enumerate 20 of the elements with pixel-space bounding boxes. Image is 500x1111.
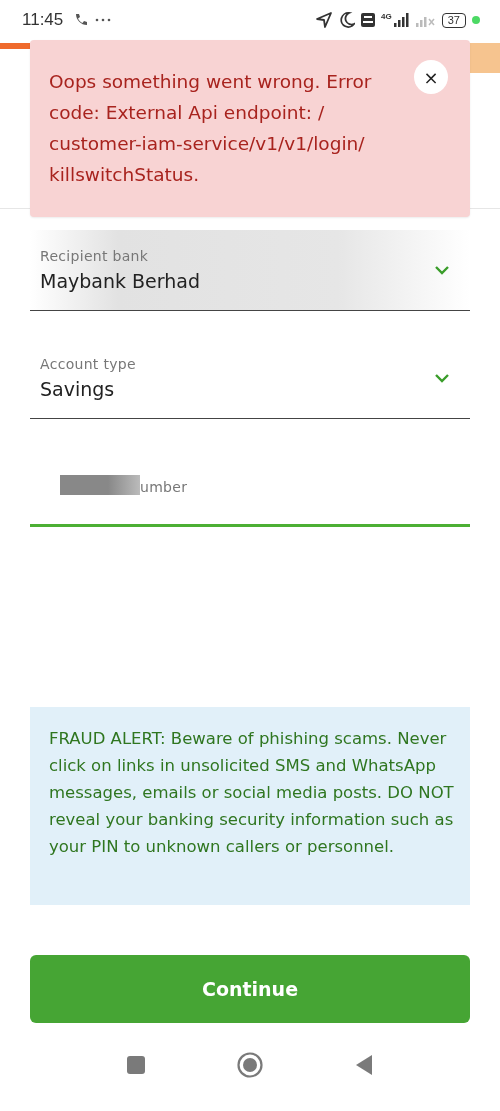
fraud-alert: FRAUD ALERT: Beware of phishing scams. Never click on links in unsolicited SMS and WhatsApp messages, emails or social media posts. DO NOT reveal your banking security information such as your PIN to unknown callers or personnel. — [30, 707, 470, 905]
close-button[interactable]: × — [414, 60, 448, 94]
network-type: 4G — [381, 12, 392, 21]
more-icon — [95, 17, 112, 23]
chevron-down-icon — [434, 373, 450, 383]
home-icon[interactable] — [237, 1052, 263, 1078]
dot-icon — [472, 16, 480, 24]
location-icon — [315, 11, 334, 29]
phone-icon — [73, 12, 90, 28]
dropdown-field[interactable]: Recipient bank Maybank Berhad — [30, 230, 470, 311]
moon-icon — [339, 11, 356, 29]
status-time: 11:45 — [22, 10, 64, 30]
signal-icon — [393, 13, 410, 27]
input-field[interactable]: umber — [30, 446, 470, 527]
dropdown-field[interactable]: Account type Savings — [30, 338, 470, 419]
volte-icon — [361, 13, 376, 27]
battery-indicator: 37 — [441, 12, 466, 28]
error-message: Oops something went wrong. Error code: External Api endpoint: / customer-iam-service/v1/v1/login/ killswitchStatus. — [49, 70, 373, 187]
chevron-down-icon — [434, 265, 450, 275]
back-icon[interactable] — [355, 1054, 373, 1076]
